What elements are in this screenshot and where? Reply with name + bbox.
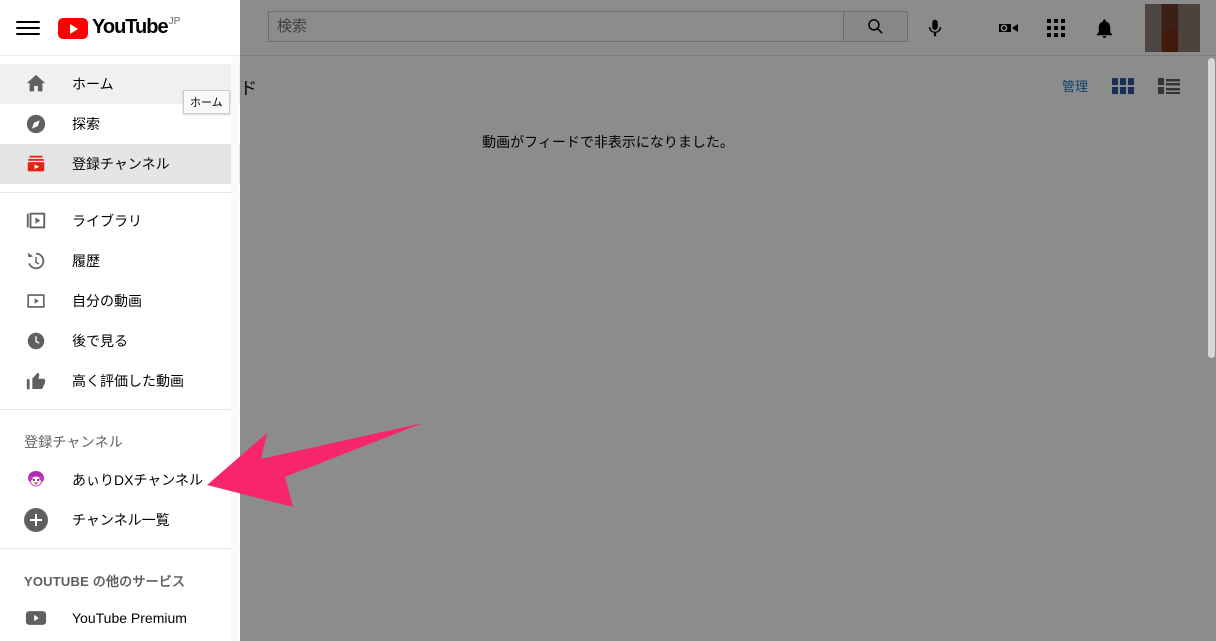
explore-compass-icon: [24, 112, 48, 136]
sidebar-item-my-videos[interactable]: 自分の動画: [0, 281, 240, 321]
drawer-more-section: YOUTUBE の他のサービス YouTube Premium: [0, 549, 240, 641]
list-view-button[interactable]: [1158, 77, 1180, 94]
sidebar-item-liked-videos[interactable]: 高く評価した動画: [0, 361, 240, 401]
plus-circle-icon: [24, 508, 48, 532]
sidebar-item-label: あぃりDXチャンネル: [72, 472, 204, 488]
home-tooltip: ホーム: [183, 90, 230, 114]
sidebar-item-label: ライブラリ: [72, 213, 142, 229]
bell-icon: [1096, 18, 1112, 38]
notifications-button[interactable]: [1091, 15, 1117, 41]
sidebar-item-label: 探索: [72, 116, 100, 132]
manage-link[interactable]: 管理: [1062, 76, 1088, 95]
logo-wordmark: YouTube: [92, 16, 169, 38]
voice-search-button[interactable]: [915, 12, 955, 44]
create-video-button[interactable]: [995, 15, 1021, 41]
sidebar-item-subscriptions[interactable]: 登録チャンネル: [0, 144, 240, 184]
microphone-icon: [928, 19, 942, 37]
arrow-shape: [207, 423, 423, 507]
drawer-primary-section: ホーム 探索 登録チャンネル: [0, 56, 240, 193]
apps-grid-icon: [1047, 19, 1065, 37]
sidebar-item-label: ホーム: [72, 76, 114, 92]
sidebar-item-label: 高く評価した動画: [72, 373, 184, 389]
logo-country-code: JP: [168, 16, 181, 27]
history-icon: [24, 249, 48, 273]
avatar[interactable]: [1145, 4, 1200, 52]
channel-avatar: [24, 468, 48, 492]
sidebar-item-youtube-premium[interactable]: YouTube Premium: [0, 598, 240, 638]
sidebar-item-label: 自分の動画: [72, 293, 142, 309]
sidebar-item-label: チャンネル一覧: [72, 512, 170, 528]
search-button[interactable]: [843, 11, 908, 42]
apps-button[interactable]: [1043, 15, 1069, 41]
youtube-premium-icon: [24, 606, 48, 630]
drawer-scrollbar-track[interactable]: [231, 57, 239, 641]
my-videos-icon: [24, 289, 48, 313]
grid-view-button[interactable]: [1112, 77, 1134, 94]
arrow-annotation: [195, 415, 435, 530]
drawer-library-section: ライブラリ 履歴 自分の動画 後で見る 高く評価した動画: [0, 193, 240, 410]
search-area: [268, 11, 908, 42]
hamburger-menu-icon[interactable]: [16, 16, 40, 40]
drawer-header: YouTube JP: [0, 0, 240, 56]
grid-view-icon: [1112, 77, 1134, 94]
thumbs-up-icon: [24, 369, 48, 393]
home-icon: [24, 72, 48, 96]
more-section-title: YOUTUBE の他のサービス: [24, 574, 186, 589]
search-icon: [868, 19, 883, 34]
header-action-icons: [995, 0, 1206, 56]
sidebar-item-history[interactable]: 履歴: [0, 241, 240, 281]
sidebar-item-watch-later[interactable]: 後で見る: [0, 321, 240, 361]
watch-later-clock-icon: [24, 329, 48, 353]
list-view-icon: [1158, 77, 1180, 94]
sidebar-item-label: YouTube Premium: [72, 610, 187, 626]
sidebar-item-label: 後で見る: [72, 333, 128, 349]
youtube-play-icon: [58, 18, 88, 39]
youtube-logo[interactable]: YouTube JP: [58, 16, 180, 39]
drawer-scrollbar-thumb[interactable]: [1208, 58, 1215, 358]
sidebar-item-label: 履歴: [72, 253, 100, 269]
video-add-icon: [999, 24, 1018, 32]
subscriptions-icon: [24, 152, 48, 176]
sidebar-item-library[interactable]: ライブラリ: [0, 201, 240, 241]
sidebar-item-label: 登録チャンネル: [72, 156, 170, 172]
youtube-subscriptions-page: 管理 動画がフィードで非表示になりました。: [0, 0, 1216, 641]
subheader-actions: 管理: [1062, 76, 1180, 95]
page-title-partial: ド: [240, 79, 257, 98]
search-input[interactable]: [268, 11, 843, 42]
library-icon: [24, 209, 48, 233]
